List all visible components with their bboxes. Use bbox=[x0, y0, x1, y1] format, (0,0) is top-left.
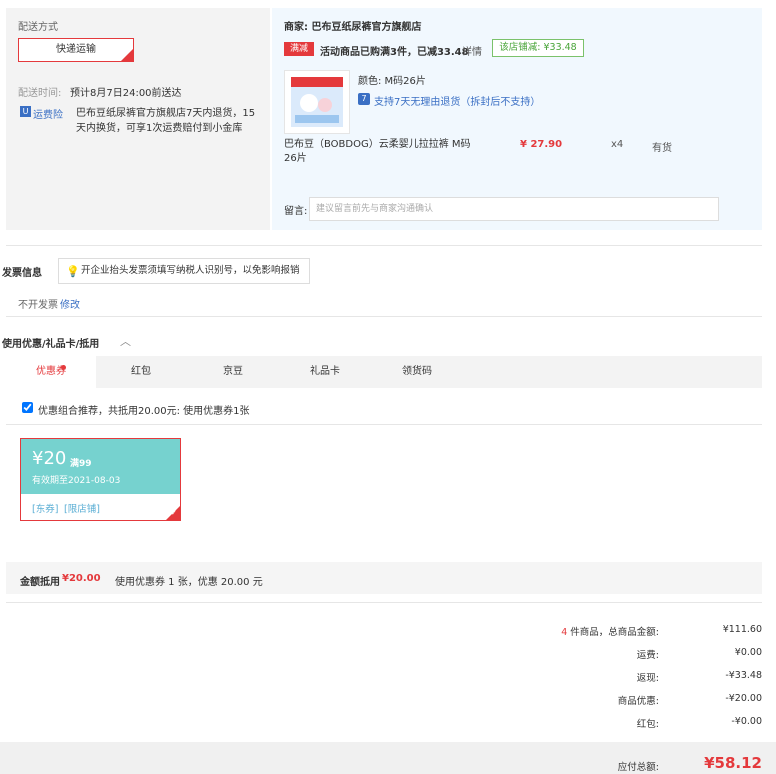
divider bbox=[6, 316, 762, 317]
shipping-method-label: 快递运输 bbox=[56, 44, 96, 55]
promo-detail-link[interactable]: 详情 bbox=[462, 43, 482, 58]
deduct-description: 使用优惠券 1 张，优惠 20.00 元 bbox=[115, 577, 263, 588]
promo-text: 活动商品已购满3件，已减33.48 bbox=[320, 47, 469, 58]
tab-redeem-code[interactable]: 领货码 bbox=[372, 356, 462, 388]
check-icon: ✓ bbox=[126, 48, 132, 56]
deduct-amount: ¥20.00 bbox=[62, 573, 101, 584]
invoice-tip: 开企业抬头发票须填写纳税人识别号，以免影响报销 bbox=[58, 258, 310, 284]
cashback-label: 返现: bbox=[636, 673, 659, 684]
deduct-label: 金额抵用 bbox=[20, 577, 60, 588]
tab-giftcard[interactable]: 礼品卡 bbox=[280, 356, 370, 388]
insurance-shield-icon: U bbox=[20, 106, 31, 117]
coupon-tag-dongquan: [东券] bbox=[32, 504, 59, 515]
delivery-time-value: 预计8月7日24:00前送达 bbox=[70, 88, 182, 99]
invoice-value: 不开发票 bbox=[18, 300, 58, 311]
freight-value: ¥0.00 bbox=[734, 647, 762, 658]
remark-input[interactable] bbox=[309, 197, 719, 221]
notification-dot-icon bbox=[61, 365, 66, 370]
chevron-up-icon[interactable]: ︿ bbox=[120, 333, 131, 349]
product-name[interactable]: 巴布豆（BOBDOG）云柔婴儿拉拉裤 M码26片 bbox=[284, 138, 474, 166]
product-stock: 有货 bbox=[652, 143, 672, 154]
tab-jingdou[interactable]: 京豆 bbox=[188, 356, 278, 388]
product-quantity: x4 bbox=[611, 139, 624, 150]
lightbulb-icon: 💡 bbox=[66, 265, 80, 278]
insurance-description: 巴布豆纸尿裤官方旗舰店7天内退货，15天内换货，可享1次运费赔付到小金库 bbox=[76, 108, 256, 134]
redpacket-value: -¥0.00 bbox=[731, 716, 762, 727]
discount-value: -¥20.00 bbox=[725, 693, 762, 704]
remark-label: 留言: bbox=[284, 206, 308, 217]
return-policy-text: 支持7天无理由退货（拆封后不支持） bbox=[374, 97, 541, 108]
cashback-value: -¥33.48 bbox=[725, 670, 762, 681]
store-name: 商家: 巴布豆纸尿裤官方旗舰店 bbox=[284, 22, 422, 33]
tab-redpacket[interactable]: 红包 bbox=[96, 356, 186, 388]
shop-discount-badge: 该店铺减: ¥33.48 bbox=[492, 39, 584, 57]
product-image[interactable] bbox=[284, 70, 350, 134]
delivery-time-label: 配送时间: bbox=[18, 88, 62, 99]
divider bbox=[6, 602, 762, 603]
shipping-title: 配送方式 bbox=[18, 22, 58, 33]
tab-coupon[interactable]: 优惠券 bbox=[6, 356, 96, 388]
check-icon: ✓ bbox=[171, 509, 177, 517]
total-value: ¥58.12 bbox=[704, 754, 762, 772]
discount-label: 商品优惠: bbox=[617, 696, 659, 707]
coupon-amount: ¥20 bbox=[32, 448, 67, 469]
recommend-checkbox[interactable] bbox=[22, 402, 33, 413]
redpacket-label: 红包: bbox=[636, 719, 659, 730]
item-count: 4 bbox=[561, 627, 568, 638]
coupon-expire: 有效期至2021-08-03 bbox=[32, 476, 121, 486]
coupon-section-title: 使用优惠/礼品卡/抵用 bbox=[2, 339, 100, 350]
items-total-value: ¥111.60 bbox=[722, 624, 762, 635]
divider bbox=[6, 245, 762, 246]
invoice-edit-link[interactable]: 修改 bbox=[60, 296, 80, 311]
invoice-title: 发票信息 bbox=[2, 268, 42, 279]
divider bbox=[6, 424, 762, 425]
coupon-tag-store: [限店铺] bbox=[64, 504, 100, 515]
insurance-link[interactable]: 运费险 bbox=[33, 106, 63, 121]
product-color: 颜色: M码26片 bbox=[358, 76, 426, 87]
items-total-label: 4 件商品，总商品金额: bbox=[561, 624, 659, 638]
total-bar bbox=[0, 742, 776, 774]
coupon-condition: 满99 bbox=[70, 459, 92, 469]
items-label-text: 件商品，总商品金额: bbox=[570, 627, 659, 638]
freight-label: 运费: bbox=[636, 650, 659, 661]
product-price: ¥ 27.90 bbox=[520, 139, 563, 150]
recommend-text: 优惠组合推荐，共抵用20.00元: 使用优惠券1张 bbox=[38, 406, 250, 417]
diaper-pack-image bbox=[285, 71, 349, 133]
shipping-method-button[interactable]: 快递运输 ✓ bbox=[18, 38, 134, 62]
return-policy-icon: 7 bbox=[358, 93, 370, 105]
promo-tag: 满减 bbox=[284, 42, 314, 56]
total-label: 应付总额: bbox=[617, 762, 659, 773]
